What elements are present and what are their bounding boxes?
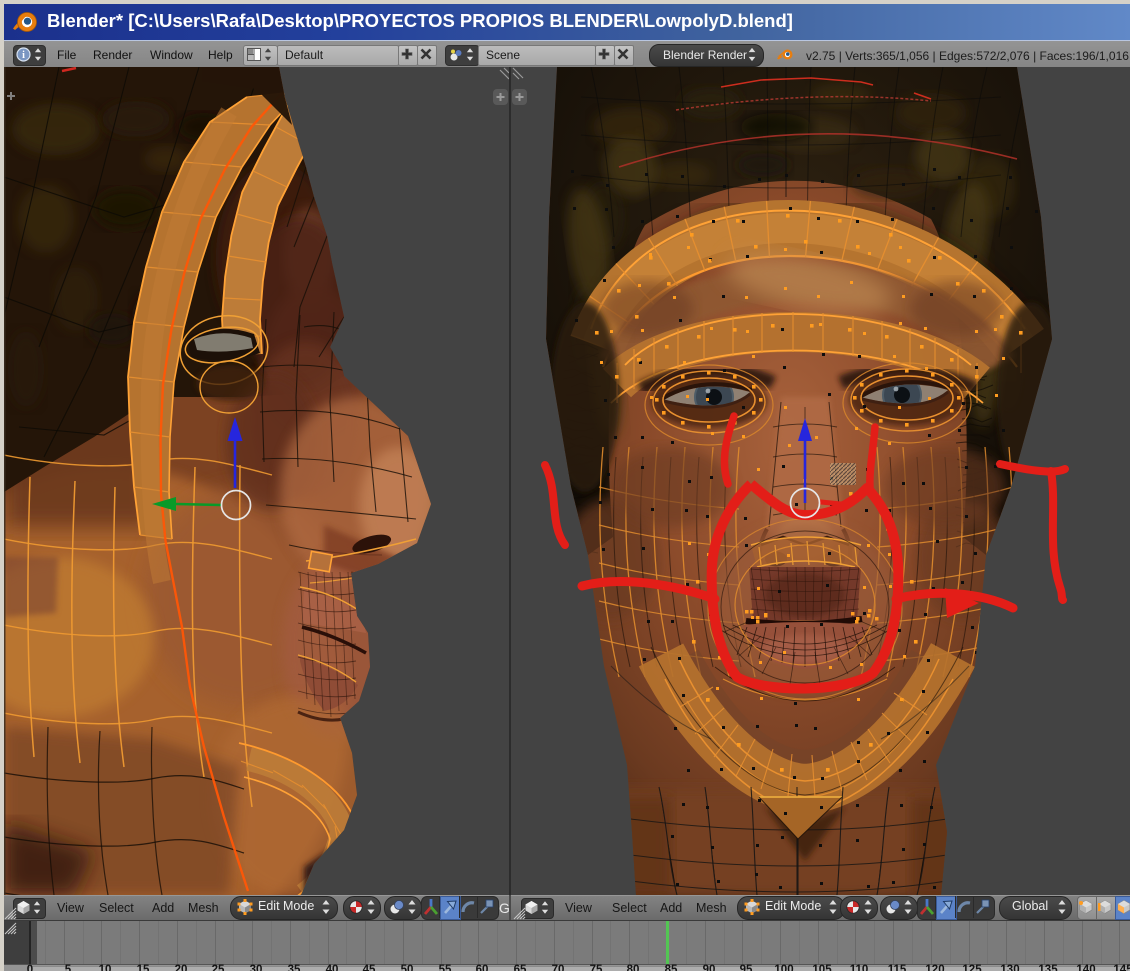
svg-text:i: i [22,50,25,61]
